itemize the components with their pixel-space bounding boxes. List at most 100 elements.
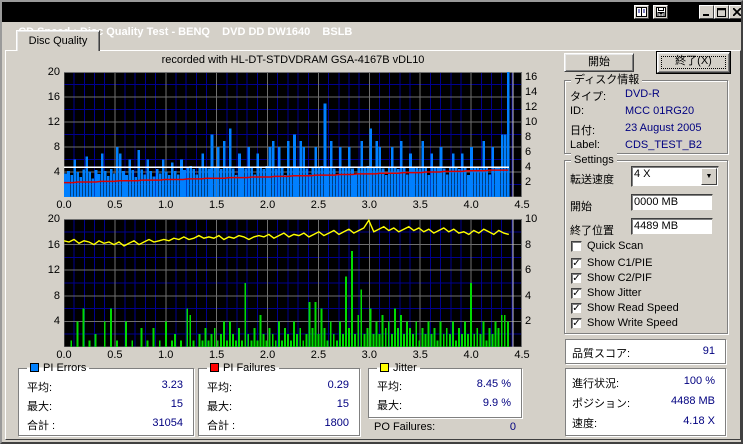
- axis-tick-label: 2.0: [259, 199, 276, 211]
- pi-errors-total-value: 31054: [152, 417, 183, 429]
- pi-failures-max-label: 最大:: [207, 401, 233, 413]
- axis-tick-label: 10: [525, 213, 538, 225]
- progress-box: 進行状況: 100 % ポジション: 4488 MB 速度: 4.18 X: [565, 368, 726, 436]
- axis-tick-label: 0.5: [107, 349, 123, 361]
- axis-tick-label: 2: [525, 315, 532, 328]
- pi-failures-jitter-chart: [64, 219, 522, 347]
- axis-tick-label: 1.5: [209, 349, 225, 361]
- axis-tick-label: 8: [53, 141, 60, 153]
- pi-failures-avg-value: 0.29: [327, 379, 349, 391]
- quick-scan-checkbox[interactable]: [571, 241, 582, 252]
- disc-label-label: Label:: [570, 139, 600, 151]
- axis-tick-label: 16: [47, 91, 60, 103]
- axis-tick-label: 0.5: [107, 199, 123, 211]
- show-read-speed-checkbox[interactable]: ✓: [571, 303, 582, 314]
- axis-tick-label: 1.5: [209, 199, 225, 211]
- axis-tick-label: 16: [525, 71, 538, 83]
- maximize-button[interactable]: [714, 5, 729, 19]
- tab-label: Disc Quality: [28, 35, 88, 47]
- axis-tick-label: 3.0: [361, 349, 377, 361]
- disc-date-label: 日付:: [570, 125, 596, 137]
- end-position-field[interactable]: 4489 MB: [631, 218, 713, 235]
- speed-label: 転送速度: [570, 174, 614, 186]
- quality-score-box: 品質スコア: 91: [565, 339, 726, 364]
- titlebar: CD Speed : Disc Quality Test - BENQ DVD …: [2, 2, 741, 38]
- speed-readout-label: 速度:: [572, 418, 598, 430]
- jitter-stats-title: Jitter: [377, 361, 420, 375]
- pi-failures-total-label: 合計 :: [207, 420, 236, 432]
- show-c2-pif-checkbox[interactable]: ✓: [571, 273, 582, 284]
- pi-errors-stats-title: PI Errors: [27, 361, 90, 375]
- axis-tick-label: 4.0: [463, 199, 479, 211]
- axis-tick-label: 8: [53, 289, 60, 302]
- report-icon-button[interactable]: [634, 5, 649, 19]
- disc-id-value: MCC 01RG20: [625, 105, 695, 117]
- axis-tick-label: 2: [525, 176, 532, 188]
- disc-id-label: ID:: [570, 105, 585, 117]
- save-icon-button[interactable]: [653, 5, 668, 19]
- show-write-speed-label: Show Write Speed: [587, 317, 678, 329]
- jitter-max-value: 9.9 %: [482, 397, 511, 409]
- start-button[interactable]: 開始: [564, 53, 634, 72]
- axis-tick-label: 12: [525, 101, 538, 113]
- disc-label-value: CDS_TEST_B2: [625, 139, 703, 151]
- position-label: ポジション:: [572, 398, 631, 410]
- pi-errors-max-label: 最大:: [27, 401, 53, 413]
- axis-tick-label: 3.5: [412, 199, 428, 211]
- axis-tick-label: 3.0: [361, 199, 377, 211]
- axis-tick-label: 6: [525, 264, 532, 277]
- show-jitter-checkbox[interactable]: ✓: [571, 288, 582, 299]
- axis-tick-label: 2.5: [310, 199, 327, 211]
- axis-tick-label: 3.5: [412, 349, 428, 361]
- axis-tick-label: 0.0: [56, 199, 72, 211]
- show-c1-pie-label: Show C1/PIE: [587, 257, 653, 269]
- jitter-legend-swatch: [380, 363, 389, 372]
- axis-tick-label: 16: [47, 238, 60, 251]
- start-position-field[interactable]: 0000 MB: [631, 194, 713, 211]
- progress-value: 100 %: [683, 375, 715, 387]
- pi-failures-stats-group: PI Failures 平均: 0.29 最大: 15 合計 : 1800: [198, 361, 360, 436]
- axis-tick-label: 0.0: [56, 349, 72, 361]
- axis-tick-label: 4: [53, 166, 60, 178]
- minimize-icon: [702, 14, 709, 16]
- show-c2-pif-label: Show C2/PIF: [587, 272, 652, 284]
- pi-failures-legend-swatch: [210, 363, 219, 372]
- jitter-avg-value: 8.45 %: [476, 378, 511, 390]
- axis-tick-label: 4.0: [463, 349, 479, 361]
- report-icon: [636, 7, 647, 17]
- exit-button[interactable]: 終了(X): [656, 51, 731, 74]
- pi-errors-max-value: 15: [170, 398, 183, 410]
- app-window: CD Speed : Disc Quality Test - BENQ DVD …: [0, 0, 743, 444]
- show-write-speed-checkbox[interactable]: ✓: [571, 318, 582, 329]
- disc-type-value: DVD-R: [625, 88, 660, 100]
- speed-dropdown[interactable]: 4 X ▼: [631, 166, 719, 187]
- axis-tick-label: 6: [525, 146, 532, 158]
- close-icon: [732, 8, 741, 16]
- axis-tick-label: 10: [525, 116, 538, 128]
- axis-tick-label: 12: [47, 116, 60, 128]
- jitter-stats-group: Jitter 平均: 8.45 % 最大: 9.9 %: [368, 361, 522, 418]
- progress-label: 進行状況:: [572, 378, 620, 390]
- axis-tick-label: 12: [47, 264, 60, 277]
- axis-tick-label: 4.5: [514, 199, 530, 211]
- minimize-button[interactable]: [699, 5, 714, 19]
- maximize-icon: [717, 7, 726, 17]
- jitter-avg-label: 平均:: [377, 381, 403, 393]
- axis-tick-label: 4.5: [514, 349, 530, 361]
- axis-tick-label: 4: [525, 289, 532, 302]
- axis-tick-label: 4: [53, 315, 60, 328]
- show-c1-pie-checkbox[interactable]: ✓: [571, 258, 582, 269]
- pi-errors-total-label: 合計 :: [27, 420, 56, 432]
- settings-group: Settings 転送速度 4 X ▼ 開始 0000 MB 終了位置 4489…: [564, 153, 728, 334]
- disc-info-title: ディスク情報: [571, 73, 643, 87]
- tab-disc-quality[interactable]: Disc Quality: [16, 30, 100, 51]
- axis-tick-label: 1.0: [158, 199, 174, 211]
- close-button[interactable]: [729, 5, 741, 19]
- end-position-label: 終了位置: [570, 225, 614, 237]
- start-position-label: 開始: [570, 201, 592, 213]
- axis-tick-label: 1.0: [158, 349, 174, 361]
- pi-failures-max-value: 15: [336, 398, 349, 410]
- po-failures-label: PO Failures:: [374, 421, 436, 433]
- axis-tick-label: 14: [525, 86, 538, 98]
- chevron-down-icon[interactable]: ▼: [701, 168, 717, 185]
